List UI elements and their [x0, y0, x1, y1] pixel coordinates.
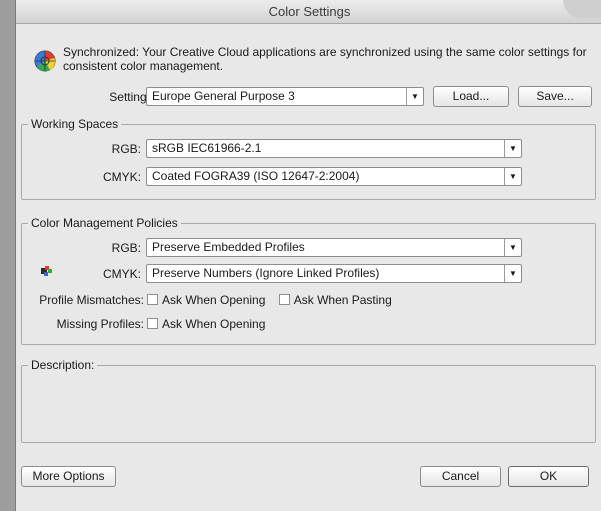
ask-when-opening-label: Ask When Opening — [162, 293, 266, 307]
dropdown-arrow-icon: ▼ — [504, 168, 521, 185]
settings-label: Settings: — [109, 90, 156, 104]
settings-dropdown[interactable]: Europe General Purpose 3 ▼ — [146, 87, 424, 106]
missing-ask-when-opening-label: Ask When Opening — [162, 317, 266, 331]
ok-button[interactable]: OK — [508, 466, 589, 487]
working-spaces-title: Working Spaces — [28, 117, 122, 131]
description-group: Description: — [21, 358, 596, 443]
window-title: Color Settings — [16, 0, 601, 24]
policy-cmyk-label: CMYK: — [102, 267, 141, 281]
more-options-button[interactable]: More Options — [21, 466, 116, 487]
description-title: Description: — [28, 358, 98, 372]
profile-mismatches-label: Profile Mismatches: — [39, 293, 144, 307]
load-button[interactable]: Load... — [433, 86, 509, 107]
dropdown-arrow-icon: ▼ — [504, 239, 521, 256]
working-cmyk-label: CMYK: — [102, 170, 141, 184]
dropdown-arrow-icon: ▼ — [406, 88, 423, 105]
ask-when-opening-checkbox[interactable] — [147, 294, 158, 305]
working-cmyk-value: Coated FOGRA39 (ISO 12647-2:2004) — [152, 169, 360, 183]
color-sync-icon — [34, 50, 56, 72]
dropdown-arrow-icon: ▼ — [504, 140, 521, 157]
missing-profiles-label: Missing Profiles: — [56, 317, 144, 331]
sync-message: Synchronized: Your Creative Cloud applic… — [63, 45, 587, 73]
working-spaces-group: Working Spaces — [21, 117, 596, 200]
policy-cmyk-dropdown[interactable]: Preserve Numbers (Ignore Linked Profiles… — [146, 264, 522, 283]
policy-rgb-dropdown[interactable]: Preserve Embedded Profiles ▼ — [146, 238, 522, 257]
policy-rgb-value: Preserve Embedded Profiles — [152, 240, 305, 254]
policies-title: Color Management Policies — [28, 216, 181, 230]
policy-cmyk-value: Preserve Numbers (Ignore Linked Profiles… — [152, 266, 380, 280]
settings-value: Europe General Purpose 3 — [152, 89, 295, 103]
working-cmyk-dropdown[interactable]: Coated FOGRA39 (ISO 12647-2:2004) ▼ — [146, 167, 522, 186]
save-button[interactable]: Save... — [518, 86, 592, 107]
working-rgb-dropdown[interactable]: sRGB IEC61966-2.1 ▼ — [146, 139, 522, 158]
ask-when-pasting-label: Ask When Pasting — [293, 293, 392, 307]
policy-rgb-label: RGB: — [111, 241, 141, 255]
ask-when-pasting-checkbox[interactable] — [278, 294, 290, 305]
profile-mismatch-options: Ask When Opening Ask When Pasting — [147, 293, 402, 307]
working-rgb-label: RGB: — [111, 142, 141, 156]
color-settings-dialog: Color Settings Synchronized: Your Creati… — [15, 0, 601, 511]
dropdown-arrow-icon: ▼ — [504, 265, 521, 282]
cancel-button[interactable]: Cancel — [420, 466, 501, 487]
working-rgb-value: sRGB IEC61966-2.1 — [152, 141, 262, 155]
missing-profile-options: Ask When Opening — [147, 317, 275, 331]
missing-ask-when-opening-checkbox[interactable] — [147, 318, 158, 329]
